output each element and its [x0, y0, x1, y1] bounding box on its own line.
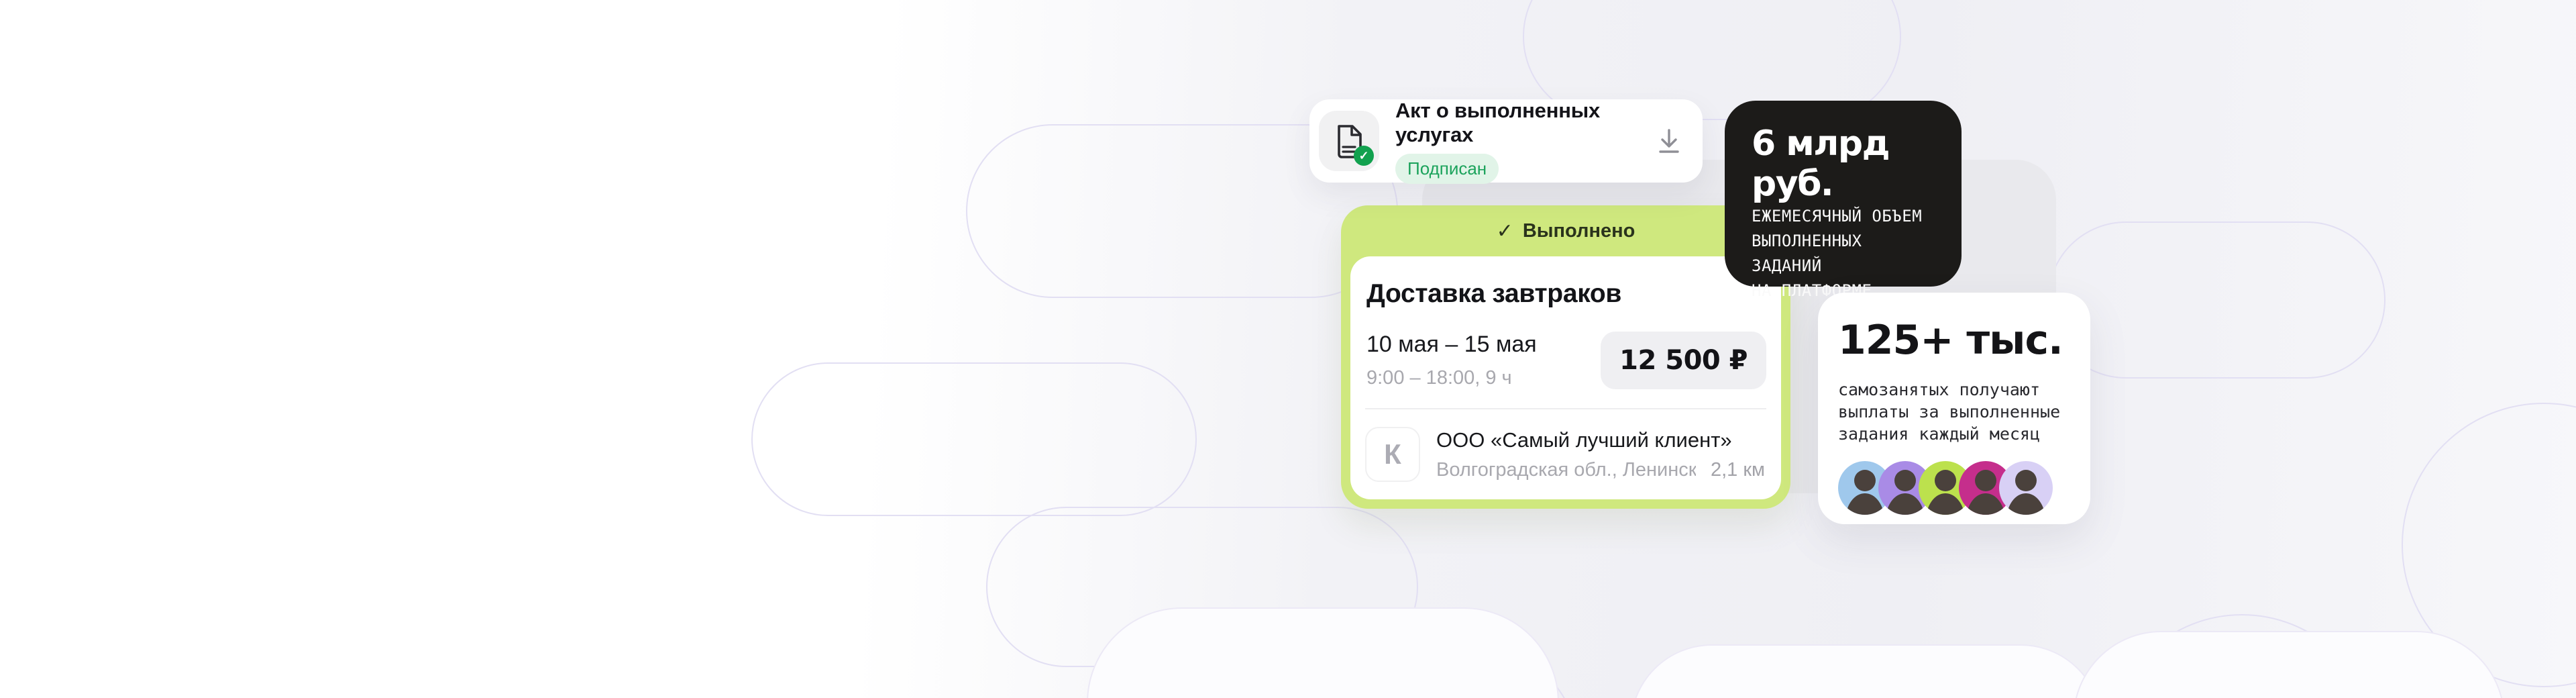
task-date-range: 10 мая – 15 мая	[1366, 332, 1537, 357]
client-avatar: К	[1365, 427, 1420, 482]
document-icon-tile: ✓	[1319, 111, 1379, 171]
user-avatar	[1999, 461, 2053, 515]
volume-caption: ЕЖЕМЕСЯЧНЫЙ ОБЪЕМ ВЫПОЛНЕННЫХ ЗАДАНИЙ НА…	[1752, 204, 1936, 303]
avatar-group	[1838, 461, 2070, 515]
task-body: Доставка завтраков 10 мая – 15 мая 9:00 …	[1350, 256, 1781, 499]
pattern-pill-filled	[2073, 631, 2505, 698]
download-button[interactable]	[1652, 123, 1686, 158]
client-name: ООО «Самый лучший клиент»	[1436, 428, 1732, 452]
task-price-badge: 12 500 ₽	[1601, 332, 1766, 389]
volume-caption-line: ЕЖЕМЕСЯЧНЫЙ ОБЪЕМ	[1752, 207, 1923, 226]
act-document-card: ✓ Акт о выполненных услугах Подписан	[1309, 99, 1703, 184]
task-meta-row: 10 мая – 15 мая 9:00 – 18:00, 9 ч 12 500…	[1365, 332, 1766, 389]
act-text-block: Акт о выполненных услугах Подписан	[1395, 99, 1635, 184]
act-title: Акт о выполненных услугах	[1395, 98, 1601, 146]
pattern-pill-outline	[2047, 221, 2385, 379]
payouts-description-line: самозанятых получают	[1838, 380, 2041, 399]
client-info: ООО «Самый лучший клиент» Волгоградская …	[1436, 428, 1766, 481]
client-address: Волгоградская обл., Ленинский р-н,...	[1436, 458, 1696, 481]
task-dates-block: 10 мая – 15 мая 9:00 – 18:00, 9 ч	[1365, 332, 1537, 389]
payouts-description: самозанятых получают выплаты за выполнен…	[1838, 379, 2070, 445]
payouts-description-line: задания каждый месяц	[1838, 424, 2041, 444]
task-title: Доставка завтраков	[1366, 279, 1622, 308]
task-time-info: 9:00 – 18:00, 9 ч	[1366, 367, 1512, 389]
signed-check-badge: ✓	[1354, 146, 1374, 166]
task-status-header: ✓ Выполнено	[1341, 205, 1790, 256]
divider	[1365, 408, 1766, 409]
client-subrow: Волгоградская обл., Ленинский р-н,... 2,…	[1436, 459, 1766, 481]
pattern-pill-outline	[751, 362, 1197, 516]
volume-stat-card: 6 млрд руб. ЕЖЕМЕСЯЧНЫЙ ОБЪЕМ ВЫПОЛНЕННЫ…	[1725, 101, 1962, 300]
hero-canvas: ✓ Акт о выполненных услугах Подписан 6 м…	[0, 0, 2576, 698]
pattern-pill-filled	[1087, 607, 1559, 698]
check-icon: ✓	[1496, 219, 1513, 242]
payouts-description-line: выплаты за выполненные	[1838, 402, 2061, 421]
payouts-stat-card: 125+ тыс. самозанятых получают выплаты з…	[1818, 293, 2090, 524]
act-status-badge: Подписан	[1395, 153, 1499, 184]
task-status-label: Выполнено	[1522, 219, 1635, 242]
download-icon	[1653, 125, 1685, 157]
client-row: К ООО «Самый лучший клиент» Волгоградска…	[1365, 427, 1766, 482]
task-card: ✓ Выполнено Доставка завтраков 10 мая – …	[1341, 205, 1790, 509]
pattern-pill-filled	[1630, 644, 2102, 698]
client-distance: 2,1 км	[1711, 458, 1765, 481]
volume-value: 6 млрд руб.	[1752, 123, 1890, 204]
volume-caption-line: ВЫПОЛНЕННЫХ ЗАДАНИЙ	[1752, 232, 1862, 275]
payouts-value: 125+ тыс.	[1838, 317, 2063, 364]
